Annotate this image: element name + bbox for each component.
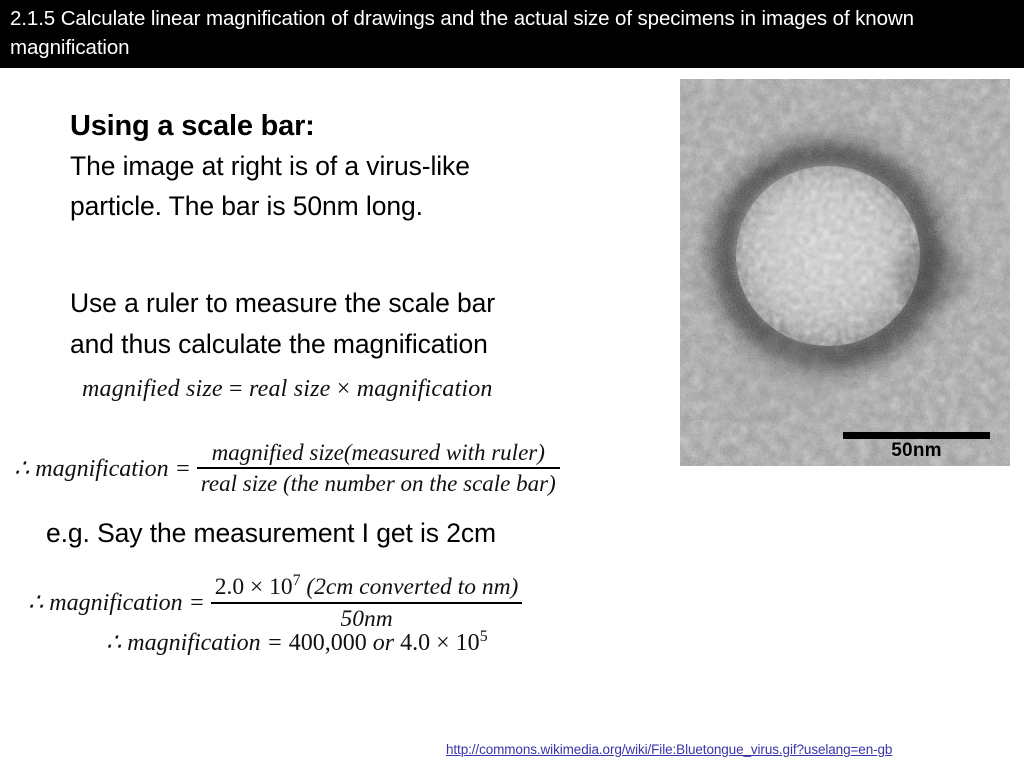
eq3-numerator-exponent: 7 — [292, 572, 301, 589]
page-title: 2.1.5 Calculate linear magnification of … — [10, 7, 914, 59]
equation-magnified-size: magnified size = real size × magnificati… — [82, 376, 493, 403]
eq4-left-side: ∴ magnification = — [106, 630, 289, 656]
eq3-fraction: 2.0 × 107 (2cm converted to nm) 50nm — [210, 572, 523, 633]
eq2-denominator: real size (the number on the scale bar) — [200, 471, 556, 496]
scale-bar — [843, 432, 990, 439]
paragraph-two: Use a ruler to measure the scale bar and… — [70, 283, 650, 365]
equation-final-result: ∴ magnification = 400,000 or 4.0 × 105 — [106, 628, 488, 657]
eq4-alt-exponent: 5 — [479, 628, 488, 645]
eq1-equals-sign: = — [229, 376, 243, 402]
eq4-result-value: 400,000 — [288, 630, 367, 656]
example-measurement-line: e.g. Say the measurement I get is 2cm — [46, 518, 496, 548]
eq4-or-word: or — [366, 630, 401, 656]
paragraph-one-line-two: particle. The bar is 50nm long. — [70, 191, 423, 221]
eq1-left-side: magnified size — [82, 376, 223, 402]
lead-text-block: Using a scale bar: The image at right is… — [70, 106, 650, 226]
equation-magnification-definition: ∴ magnification = magnified size(measure… — [14, 440, 560, 497]
micrograph-svg — [680, 79, 1010, 466]
scale-bar-label: 50nm — [891, 440, 942, 461]
source-url-link[interactable]: http://commons.wikimedia.org/wiki/File:B… — [446, 742, 892, 757]
equation-worked-example: ∴ magnification = 2.0 × 107 (2cm convert… — [28, 572, 523, 633]
eq1-multiply-sign: × — [336, 376, 351, 402]
eq1-real-size: real size — [248, 376, 331, 402]
eq3-left-side: ∴ magnification = — [28, 589, 205, 616]
eq2-left-side: ∴ magnification = — [14, 456, 191, 482]
eq3-numerator: 2.0 × 107 (2cm converted to nm) — [211, 572, 523, 602]
slide-header-bar: 2.1.5 Calculate linear magnification of … — [0, 0, 1024, 68]
eq2-numerator: magnified size(measured with ruler) — [211, 440, 545, 465]
paragraph-two-line-two: and thus calculate the magnification — [70, 329, 488, 359]
eq3-numerator-value: 2.0 × 10 — [214, 573, 293, 600]
virus-micrograph-image — [680, 79, 1010, 466]
eq2-fraction: magnified size(measured with ruler) real… — [196, 440, 560, 497]
eq1-magnification: magnification — [356, 376, 493, 402]
section-heading: Using a scale bar: — [70, 110, 315, 142]
paragraph-two-line-one: Use a ruler to measure the scale bar — [70, 288, 496, 318]
eq4-alt-value: 4.0 × 10 — [400, 630, 480, 656]
paragraph-one-line-one: The image at right is of a virus-like — [70, 151, 470, 181]
eq3-numerator-note: (2cm converted to nm) — [306, 573, 519, 600]
